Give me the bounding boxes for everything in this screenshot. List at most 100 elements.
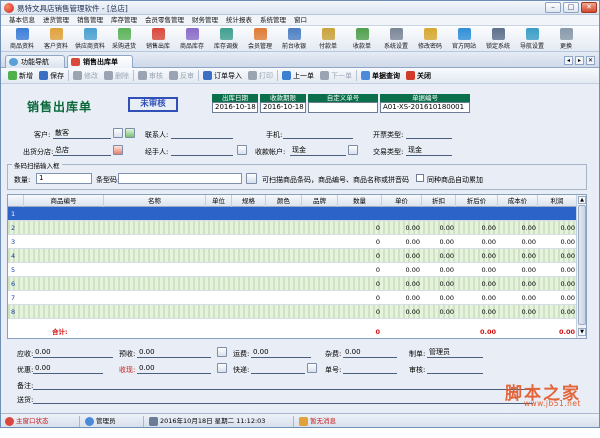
handler-lookup-icon[interactable]: [237, 145, 247, 155]
tab-scroll-left-button[interactable]: ◂: [564, 56, 573, 65]
scroll-down-icon[interactable]: ▼: [578, 328, 586, 336]
main-toolbar-button[interactable]: 销售出库: [141, 26, 175, 52]
grid-scrollbar[interactable]: ▲ ▼: [576, 195, 586, 338]
delivery-address-field[interactable]: [33, 393, 533, 404]
menu-purchase[interactable]: 进货管理: [39, 15, 73, 25]
main-toolbar-button[interactable]: 商品资料: [5, 26, 39, 52]
grid-column-header[interactable]: [8, 195, 24, 207]
tab-close-button[interactable]: ✕: [586, 56, 595, 65]
table-row[interactable]: 2 0 0.00 0.00 0.00 0.00 0.00: [8, 221, 577, 235]
form-toolbar-button[interactable]: 上一单: [279, 69, 317, 83]
remark-field[interactable]: [33, 379, 533, 390]
grid-column-header[interactable]: 规格: [232, 195, 266, 207]
form-toolbar-button[interactable]: 打印: [245, 69, 276, 83]
tab-sales-outbound[interactable]: 销售出库单: [67, 55, 133, 68]
receivable-field[interactable]: 0.00: [33, 347, 113, 358]
status-messages[interactable]: 暂无消息: [299, 416, 336, 427]
menu-system[interactable]: 系统管理: [256, 15, 290, 25]
main-toolbar-button[interactable]: 付款单: [311, 26, 345, 52]
grid-column-header[interactable]: 品牌: [302, 195, 338, 207]
scroll-up-icon[interactable]: ▲: [578, 196, 586, 204]
form-toolbar-button[interactable]: 订单导入: [200, 69, 245, 83]
menu-member-retail[interactable]: 会员零售管理: [141, 15, 188, 25]
main-toolbar-button[interactable]: 更换: [549, 26, 583, 52]
custom-number-field[interactable]: [308, 102, 378, 113]
misc-fee-field[interactable]: 0.00: [343, 347, 397, 358]
account-field[interactable]: 现金: [290, 145, 346, 156]
form-toolbar-button[interactable]: 新增: [5, 69, 36, 83]
main-toolbar-button[interactable]: 商品库存: [175, 26, 209, 52]
outbound-date-box[interactable]: 出库日期 2016-10-18: [212, 94, 258, 113]
invoice-type-field[interactable]: [406, 128, 452, 139]
form-toolbar-button[interactable]: 保存: [36, 69, 67, 83]
main-toolbar-button[interactable]: 收款单: [345, 26, 379, 52]
menu-reports[interactable]: 统计报表: [222, 15, 256, 25]
main-toolbar-button[interactable]: 客户资料: [39, 26, 73, 52]
main-toolbar-button[interactable]: 修改密码: [413, 26, 447, 52]
barcode-search-icon[interactable]: [246, 173, 257, 184]
discount-field[interactable]: 0.00: [33, 363, 103, 374]
handler-field[interactable]: [171, 145, 233, 156]
form-toolbar-button[interactable]: 关闭: [403, 69, 434, 83]
grid-column-header[interactable]: 名称: [104, 195, 206, 207]
form-toolbar-button[interactable]: 反审: [166, 69, 197, 83]
grid-column-header[interactable]: 折后价: [456, 195, 498, 207]
menu-window[interactable]: 窗口: [290, 15, 311, 25]
account-lookup-icon[interactable]: [348, 145, 358, 155]
menu-basic-info[interactable]: 基本信息: [5, 15, 39, 25]
table-row[interactable]: 5 0 0.00 0.00 0.00 0.00 0.00: [8, 263, 577, 277]
contact-field[interactable]: [171, 128, 233, 139]
payment-deadline-field[interactable]: 2016-10-18: [260, 102, 306, 113]
received-lookup-icon[interactable]: [217, 363, 227, 373]
main-toolbar-button[interactable]: 官方网站: [447, 26, 481, 52]
main-toolbar-button[interactable]: 前台收银: [277, 26, 311, 52]
main-toolbar-button[interactable]: 库存调拨: [209, 26, 243, 52]
tab-scroll-right-button[interactable]: ▸: [575, 56, 584, 65]
form-toolbar-button[interactable]: 单据查询: [358, 69, 403, 83]
grid-column-header[interactable]: 数量: [338, 195, 382, 207]
payment-deadline-box[interactable]: 收款期限 2016-10-18: [260, 94, 306, 113]
quantity-input[interactable]: 1: [36, 173, 92, 184]
custom-number-box[interactable]: 自定义单号: [308, 94, 378, 113]
main-toolbar-button[interactable]: 导航设置: [515, 26, 549, 52]
grid-column-header[interactable]: 商品编号: [24, 195, 104, 207]
scroll-thumb[interactable]: [578, 205, 586, 325]
auto-merge-checkbox[interactable]: [416, 174, 424, 182]
form-toolbar-button[interactable]: 下一单: [317, 69, 355, 83]
customer-field[interactable]: 散客: [53, 128, 111, 139]
main-toolbar-button[interactable]: 供应商资料: [73, 26, 107, 52]
grid-column-header[interactable]: 折扣: [422, 195, 456, 207]
maximize-button[interactable]: □: [563, 2, 579, 13]
branch-lookup-icon[interactable]: [113, 145, 123, 155]
main-toolbar-button[interactable]: 锁定系统: [481, 26, 515, 52]
menu-sales[interactable]: 销售管理: [73, 15, 107, 25]
menu-inventory[interactable]: 库存管理: [107, 15, 141, 25]
minimize-button[interactable]: –: [545, 2, 561, 13]
table-row[interactable]: 6 0 0.00 0.00 0.00 0.00 0.00: [8, 277, 577, 291]
branch-field[interactable]: 总店: [53, 145, 111, 156]
barcode-input[interactable]: [118, 173, 242, 184]
grid-column-header[interactable]: 成本价: [498, 195, 538, 207]
trade-type-field[interactable]: 现金: [406, 145, 452, 156]
close-window-button[interactable]: ✕: [581, 2, 597, 13]
table-row[interactable]: 1: [8, 207, 577, 221]
prepaid-field[interactable]: 0.00: [137, 347, 211, 358]
table-row[interactable]: 7 0 0.00 0.00 0.00 0.00 0.00: [8, 291, 577, 305]
prepaid-lookup-icon[interactable]: [217, 347, 227, 357]
add-customer-icon[interactable]: [125, 128, 135, 138]
menu-finance[interactable]: 财务管理: [188, 15, 222, 25]
customer-lookup-icon[interactable]: [113, 128, 123, 138]
form-toolbar-button[interactable]: 删除: [101, 69, 132, 83]
main-toolbar-button[interactable]: 会员管理: [243, 26, 277, 52]
grid-column-header[interactable]: 利润: [538, 195, 577, 207]
phone-field[interactable]: [283, 128, 353, 139]
table-row[interactable]: 8 0 0.00 0.00 0.00 0.00 0.00: [8, 305, 577, 319]
express-lookup-icon[interactable]: [307, 363, 317, 373]
freight-field[interactable]: 0.00: [251, 347, 311, 358]
grid-column-header[interactable]: 颜色: [266, 195, 302, 207]
form-toolbar-button[interactable]: 审核: [135, 69, 166, 83]
tracking-number-field[interactable]: [343, 363, 397, 374]
table-row[interactable]: 3 0 0.00 0.00 0.00 0.00 0.00: [8, 235, 577, 249]
form-toolbar-button[interactable]: 修改: [70, 69, 101, 83]
items-grid[interactable]: 商品编号 名称 单位 规格 颜色 品牌 数量 单价 折扣 折后价 成本价 利润 1 2 0 0.00 0.00…: [7, 194, 587, 339]
